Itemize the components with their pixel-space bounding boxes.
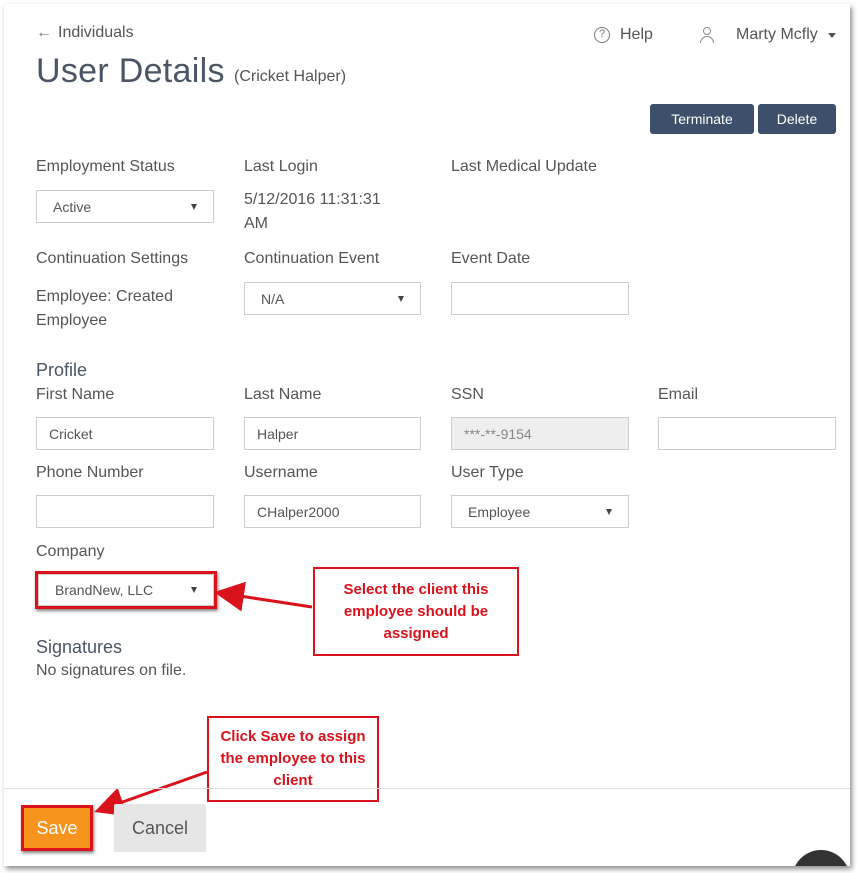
footer-divider bbox=[4, 788, 850, 789]
company-callout: Select the client this employee should b… bbox=[313, 567, 519, 656]
cancel-button[interactable]: Cancel bbox=[114, 804, 206, 852]
company-callout-text: Select the client this employee should b… bbox=[343, 580, 489, 642]
user-details-page: ← Individuals User Details (Cricket Halp… bbox=[4, 4, 850, 866]
save-callout: Click Save to assign the employee to thi… bbox=[207, 716, 379, 802]
annotation-arrows bbox=[94, 581, 313, 817]
company-callout-arrow bbox=[214, 581, 313, 612]
save-callout-text: Click Save to assign the employee to thi… bbox=[220, 728, 366, 789]
save-button[interactable]: Save bbox=[21, 805, 93, 851]
